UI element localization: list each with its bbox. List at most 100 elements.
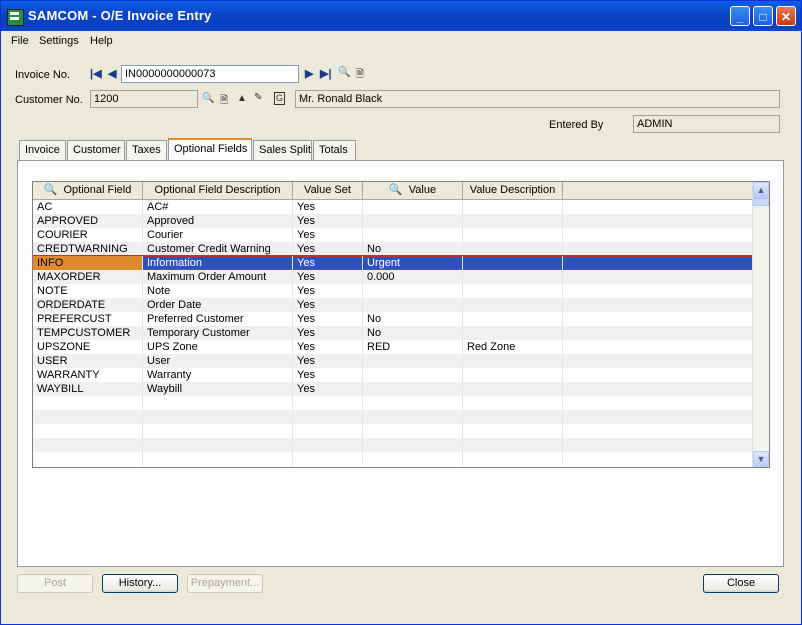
table-cell[interactable] — [463, 424, 563, 438]
table-cell[interactable]: Temporary Customer — [143, 326, 293, 340]
table-row[interactable]: MAXORDER Maximum Order Amount Yes 0.000 — [33, 270, 753, 284]
table-cell[interactable] — [563, 452, 753, 466]
maximize-button[interactable]: □ — [753, 6, 773, 26]
table-cell[interactable]: Red Zone — [463, 340, 563, 354]
table-cell[interactable]: Yes — [293, 354, 363, 368]
table-cell[interactable] — [563, 200, 753, 214]
grid-vertical-scrollbar[interactable]: ▲ ▼ — [752, 182, 769, 467]
table-cell[interactable]: Yes — [293, 200, 363, 214]
table-cell[interactable]: USER — [33, 354, 143, 368]
table-cell[interactable] — [563, 382, 753, 396]
table-cell[interactable]: Order Date — [143, 298, 293, 312]
table-cell[interactable]: INFO — [33, 256, 143, 270]
table-cell[interactable] — [563, 438, 753, 452]
table-cell[interactable] — [463, 452, 563, 466]
table-cell[interactable] — [563, 242, 753, 256]
table-cell[interactable] — [293, 410, 363, 424]
table-cell[interactable]: UPS Zone — [143, 340, 293, 354]
table-row[interactable]: UPSZONE UPS Zone Yes RED Red Zone — [33, 340, 753, 354]
table-cell[interactable] — [463, 228, 563, 242]
table-cell[interactable] — [463, 256, 563, 270]
customer-tool-icon[interactable]: ✎ — [254, 92, 262, 103]
table-cell[interactable] — [143, 452, 293, 466]
table-cell[interactable] — [463, 200, 563, 214]
customer-finder-icon[interactable]: 🔍 — [202, 93, 214, 104]
table-cell[interactable] — [363, 368, 463, 382]
table-row[interactable]: APPROVED Approved Yes — [33, 214, 753, 228]
menu-help[interactable]: Help — [90, 35, 113, 47]
table-cell[interactable]: COURIER — [33, 228, 143, 242]
table-row[interactable]: AC AC# Yes — [33, 200, 753, 214]
table-cell[interactable]: Urgent — [363, 256, 463, 270]
table-cell[interactable]: Yes — [293, 270, 363, 284]
table-row[interactable]: ORDERDATE Order Date Yes — [33, 298, 753, 312]
tab-invoice[interactable]: Invoice — [19, 140, 66, 160]
table-cell[interactable] — [363, 396, 463, 410]
prepayment-button[interactable]: Prepayment... — [187, 574, 263, 593]
table-cell[interactable]: AC# — [143, 200, 293, 214]
table-row[interactable]: CREDTWARNING Customer Credit Warning Yes No — [33, 242, 753, 256]
table-cell[interactable]: User — [143, 354, 293, 368]
table-cell[interactable]: No — [363, 326, 463, 340]
table-cell[interactable] — [563, 354, 753, 368]
table-row[interactable]: USER User Yes — [33, 354, 753, 368]
table-cell[interactable]: CREDTWARNING — [33, 242, 143, 256]
history-button[interactable]: History... — [102, 574, 178, 593]
customer-zoom-icon[interactable]: G — [274, 92, 285, 105]
table-cell[interactable] — [33, 452, 143, 466]
table-cell[interactable] — [363, 382, 463, 396]
table-cell[interactable] — [293, 452, 363, 466]
table-cell[interactable]: AC — [33, 200, 143, 214]
column-search-icon[interactable]: 🔍 — [44, 184, 58, 196]
table-cell[interactable] — [143, 396, 293, 410]
tab-sales-split[interactable]: Sales Split — [253, 140, 312, 160]
table-cell[interactable] — [563, 410, 753, 424]
table-row[interactable] — [33, 438, 753, 452]
table-cell[interactable]: MAXORDER — [33, 270, 143, 284]
table-cell[interactable] — [463, 214, 563, 228]
table-row[interactable]: WAYBILL Waybill Yes — [33, 382, 753, 396]
table-cell[interactable] — [363, 200, 463, 214]
table-row[interactable]: NOTE Note Yes — [33, 284, 753, 298]
column-header-value-description[interactable]: Value Description — [463, 182, 563, 199]
table-cell[interactable]: Yes — [293, 214, 363, 228]
table-row[interactable] — [33, 424, 753, 438]
table-row[interactable]: TEMPCUSTOMER Temporary Customer Yes No — [33, 326, 753, 340]
table-cell[interactable]: Waybill — [143, 382, 293, 396]
table-cell[interactable] — [293, 424, 363, 438]
customer-up-icon[interactable]: ▲ — [237, 93, 247, 104]
table-cell[interactable] — [363, 228, 463, 242]
table-cell[interactable]: Yes — [293, 242, 363, 256]
table-cell[interactable] — [463, 382, 563, 396]
table-row[interactable]: PREFERCUST Preferred Customer Yes No — [33, 312, 753, 326]
table-cell[interactable] — [463, 284, 563, 298]
table-cell[interactable]: Preferred Customer — [143, 312, 293, 326]
table-cell[interactable] — [563, 326, 753, 340]
table-cell[interactable]: Customer Credit Warning — [143, 242, 293, 256]
menu-settings[interactable]: Settings — [39, 35, 79, 47]
table-cell[interactable]: Yes — [293, 284, 363, 298]
table-cell[interactable] — [563, 256, 753, 270]
table-cell[interactable] — [143, 424, 293, 438]
table-cell[interactable] — [563, 424, 753, 438]
value-search-icon[interactable]: 🔍 — [389, 184, 403, 196]
tab-optional-fields[interactable]: Optional Fields — [168, 138, 252, 160]
table-cell[interactable]: TEMPCUSTOMER — [33, 326, 143, 340]
scroll-thumb[interactable] — [753, 198, 769, 206]
table-row[interactable]: WARRANTY Warranty Yes — [33, 368, 753, 382]
table-cell[interactable] — [463, 410, 563, 424]
table-cell[interactable]: ORDERDATE — [33, 298, 143, 312]
optional-fields-grid[interactable]: 🔍 Optional Field Optional Field Descript… — [32, 181, 770, 468]
table-cell[interactable] — [463, 312, 563, 326]
finder-search-icon[interactable]: 🔍 — [338, 67, 350, 78]
table-cell[interactable] — [463, 396, 563, 410]
table-cell[interactable]: NOTE — [33, 284, 143, 298]
first-record-icon[interactable]: |◀ — [90, 67, 102, 80]
table-cell[interactable] — [143, 438, 293, 452]
column-header-optional-field[interactable]: 🔍 Optional Field — [33, 182, 143, 199]
table-cell[interactable]: No — [363, 242, 463, 256]
table-row[interactable]: COURIER Courier Yes — [33, 228, 753, 242]
table-cell[interactable] — [33, 438, 143, 452]
table-cell[interactable] — [363, 452, 463, 466]
table-cell[interactable]: WARRANTY — [33, 368, 143, 382]
